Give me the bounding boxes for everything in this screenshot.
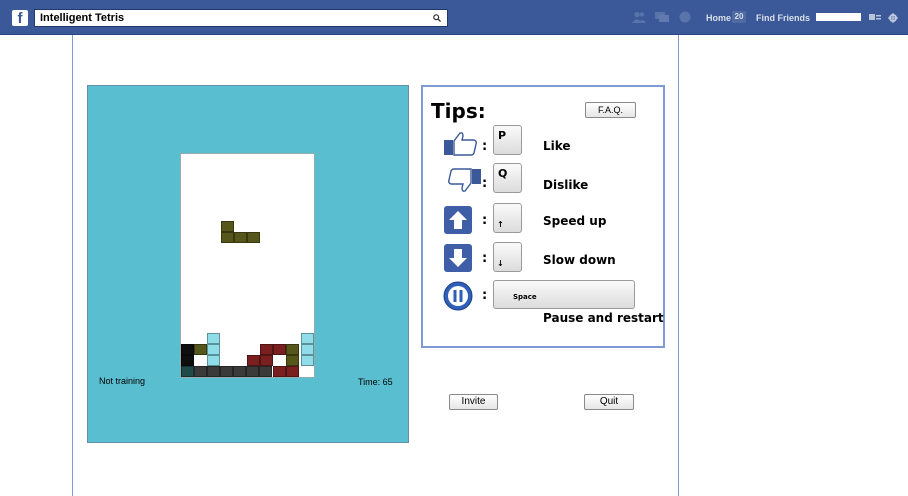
tips-title: Tips:: [431, 99, 486, 123]
stack-block: [286, 355, 299, 366]
thumbs-up-icon: [444, 132, 477, 156]
key-arrow-down: ↓: [493, 242, 522, 272]
key-space-label: Space: [513, 293, 537, 301]
falling-piece-block: [221, 232, 234, 243]
key-q-label: Q: [498, 167, 508, 180]
top-bar: f Intelligent Tetris Home 20 Find Friend…: [0, 0, 908, 35]
invite-button[interactable]: Invite: [449, 394, 498, 410]
slow-down-label: Slow down: [543, 253, 616, 267]
home-link[interactable]: Home: [706, 13, 731, 23]
training-status: Not training: [99, 376, 146, 386]
friend-requests-icon[interactable]: [632, 11, 646, 23]
stack-block: [301, 333, 314, 344]
like-label: Like: [543, 139, 571, 153]
privacy-shortcuts-icon[interactable]: [869, 13, 881, 23]
messages-icon[interactable]: [655, 11, 669, 23]
faq-button[interactable]: F.A.Q.: [585, 102, 636, 118]
notifications-globe-icon[interactable]: [678, 11, 692, 23]
invite-button-label: Invite: [461, 396, 486, 407]
time-readout: Time: 65: [358, 377, 393, 387]
stack-block: [301, 344, 314, 355]
stack-block: [260, 344, 273, 355]
search-value: Intelligent Tetris: [40, 12, 125, 24]
stack-block: [246, 366, 259, 377]
arrow-up-icon: [444, 206, 472, 234]
stack-block: [194, 366, 207, 377]
stack-block: [286, 344, 299, 355]
stack-block: [259, 366, 272, 377]
stack-block: [207, 333, 220, 344]
falling-piece-block: [234, 232, 247, 243]
colon: :: [482, 288, 488, 303]
stack-block: [181, 344, 194, 355]
find-friends-link[interactable]: Find Friends: [756, 13, 810, 23]
stack-block: [301, 355, 314, 366]
search-icon[interactable]: [433, 14, 441, 22]
falling-piece-block: [247, 232, 260, 243]
profile-name-field[interactable]: [816, 13, 861, 21]
speed-up-label: Speed up: [543, 214, 607, 228]
stack-block: [194, 344, 207, 355]
quit-button[interactable]: Quit: [584, 394, 634, 410]
falling-piece-block: [221, 221, 234, 232]
colon: :: [482, 213, 488, 228]
stack-block: [207, 344, 220, 355]
gear-icon[interactable]: [888, 13, 898, 23]
tetris-board[interactable]: [180, 153, 315, 378]
search-input[interactable]: Intelligent Tetris: [34, 9, 448, 27]
colon: :: [482, 176, 488, 191]
key-p-label: P: [498, 129, 507, 142]
dislike-label: Dislike: [543, 178, 589, 192]
stack-block: [207, 366, 220, 377]
key-arrow-down-label: ↓: [497, 259, 504, 268]
thumbs-down-icon: [448, 168, 481, 192]
pause-restart-label: Pause and restart: [543, 311, 664, 325]
stack-block: [273, 366, 286, 377]
arrow-down-icon: [444, 244, 472, 272]
stack-block: [207, 355, 220, 366]
home-count-badge: 20: [732, 11, 746, 23]
faq-button-label: F.A.Q.: [597, 105, 623, 115]
colon: :: [482, 139, 488, 154]
pause-icon: [443, 281, 473, 311]
stack-block: [181, 366, 194, 377]
key-space: Space: [493, 280, 635, 309]
stack-block: [220, 366, 233, 377]
key-arrow-up: ↑: [493, 203, 522, 233]
key-q: Q: [493, 163, 522, 193]
key-p: P: [493, 125, 522, 155]
stack-block: [273, 344, 286, 355]
stack-block: [181, 355, 194, 366]
stack-block: [286, 366, 299, 377]
facebook-logo-icon[interactable]: f: [12, 10, 28, 26]
stack-block: [260, 355, 273, 366]
stack-block: [233, 366, 246, 377]
stack-block: [247, 355, 260, 366]
key-arrow-up-label: ↑: [497, 220, 504, 229]
quit-button-label: Quit: [599, 396, 619, 407]
colon: :: [482, 251, 488, 266]
